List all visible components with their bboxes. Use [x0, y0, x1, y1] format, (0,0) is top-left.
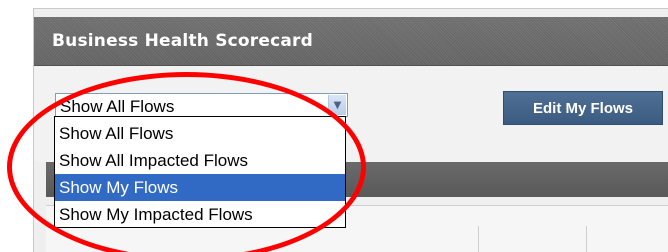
table-column-divider — [478, 226, 479, 252]
dropdown-option-show-all-impacted-flows[interactable]: Show All Impacted Flows — [55, 147, 345, 174]
dropdown-option-show-my-flows[interactable]: Show My Flows — [55, 174, 345, 201]
chevron-down-icon[interactable]: ▼ — [328, 95, 346, 115]
dropdown-option-show-all-flows[interactable]: Show All Flows — [55, 120, 345, 147]
dropdown-option-show-my-impacted-flows[interactable]: Show My Impacted Flows — [55, 201, 345, 228]
screen: Business Health Scorecard Show All Flows… — [0, 0, 668, 252]
flows-select-value: Show All Flows — [60, 97, 175, 116]
table-column-divider — [586, 226, 587, 252]
panel-title: Business Health Scorecard — [52, 31, 314, 51]
panel-header: Business Health Scorecard — [34, 17, 668, 66]
edit-my-flows-button[interactable]: Edit My Flows — [503, 91, 663, 125]
flows-select[interactable]: Show All Flows ▼ — [55, 93, 348, 117]
flows-dropdown-menu: Show All Flows Show All Impacted Flows S… — [54, 116, 346, 228]
